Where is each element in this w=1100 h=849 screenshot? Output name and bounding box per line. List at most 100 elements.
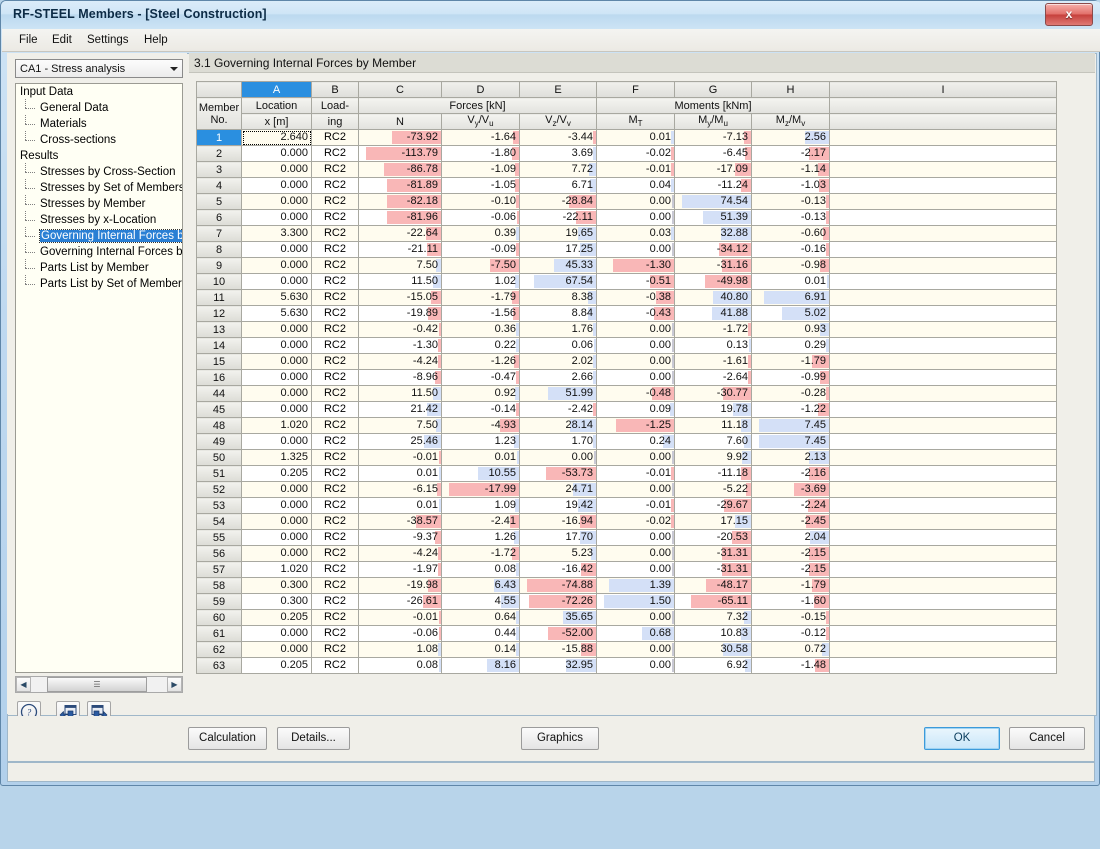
cell-location[interactable]: 0.000 xyxy=(241,321,312,338)
cell-n[interactable]: -8.96 xyxy=(358,369,442,386)
cell-my[interactable]: -5.22 xyxy=(674,481,752,498)
cell-vz[interactable]: 32.95 xyxy=(519,657,597,674)
cell-location[interactable]: 0.000 xyxy=(241,481,312,498)
table-row[interactable]: 13 0.000 RC2 -0.42 0.36 1.76 0.00 -1.72 0.93 xyxy=(196,321,1057,338)
close-button[interactable]: x xyxy=(1045,3,1093,26)
cell-my[interactable]: -2.64 xyxy=(674,369,752,386)
cell-location[interactable]: 0.000 xyxy=(241,257,312,274)
grid-corner[interactable] xyxy=(196,81,242,98)
cell-loading[interactable]: RC2 xyxy=(311,193,359,210)
cell-vz[interactable]: 5.23 xyxy=(519,545,597,562)
cell-loading[interactable]: RC2 xyxy=(311,129,359,146)
cell-loading[interactable]: RC2 xyxy=(311,241,359,258)
cell-n[interactable]: -15.05 xyxy=(358,289,442,306)
table-row[interactable]: 58 0.300 RC2 -19.98 6.43 -74.88 1.39 -48.17 -1.7… xyxy=(196,577,1057,594)
cell-mt[interactable]: 1.50 xyxy=(596,593,675,610)
cell-loading[interactable]: RC2 xyxy=(311,609,359,626)
cell-mz[interactable]: -0.13 xyxy=(751,193,830,210)
cell-n[interactable]: 7.50 xyxy=(358,257,442,274)
table-row[interactable]: 10 0.000 RC2 11.50 1.02 67.54 -0.51 -49.98 0.01 xyxy=(196,273,1057,290)
tree-item-governing-internal-forces-by-s[interactable]: Governing Internal Forces by S xyxy=(16,243,182,260)
cell-mt[interactable]: -0.43 xyxy=(596,305,675,322)
cell-n[interactable]: -9.37 xyxy=(358,529,442,546)
cell-location[interactable]: 0.000 xyxy=(241,369,312,386)
cell-my[interactable]: -31.31 xyxy=(674,545,752,562)
cell-mt[interactable]: 0.00 xyxy=(596,641,675,658)
cell-n[interactable]: -6.15 xyxy=(358,481,442,498)
cell-mz[interactable]: -1.79 xyxy=(751,353,830,370)
cell-vy[interactable]: -1.64 xyxy=(441,129,520,146)
cell-vy[interactable]: -1.80 xyxy=(441,145,520,162)
cell-n[interactable]: 0.01 xyxy=(358,497,442,514)
cell-empty[interactable] xyxy=(829,385,1057,402)
row-header-member-no[interactable]: 54 xyxy=(196,513,242,530)
cell-loading[interactable]: RC2 xyxy=(311,433,359,450)
cell-vz[interactable]: -3.44 xyxy=(519,129,597,146)
tree-item-stresses-by-x-location[interactable]: Stresses by x-Location xyxy=(16,211,182,228)
cell-empty[interactable] xyxy=(829,321,1057,338)
table-row[interactable]: 59 0.300 RC2 -26.61 4.55 -72.26 1.50 -65.11 -1.6… xyxy=(196,593,1057,610)
cell-my[interactable]: 0.13 xyxy=(674,337,752,354)
cell-location[interactable]: 2.640 xyxy=(241,129,312,146)
table-row[interactable]: 9 0.000 RC2 7.50 -7.50 45.33 -1.30 -31.16 -0.98 xyxy=(196,257,1057,274)
cell-my[interactable]: -1.72 xyxy=(674,321,752,338)
cell-vz[interactable]: -53.73 xyxy=(519,465,597,482)
cell-location[interactable]: 0.000 xyxy=(241,193,312,210)
cell-location[interactable]: 0.000 xyxy=(241,497,312,514)
cell-vz[interactable]: 17.70 xyxy=(519,529,597,546)
cell-empty[interactable] xyxy=(829,433,1057,450)
cell-n[interactable]: -86.78 xyxy=(358,161,442,178)
row-header-member-no[interactable]: 45 xyxy=(196,401,242,418)
cell-n[interactable]: 0.08 xyxy=(358,657,442,674)
cell-vy[interactable]: -1.05 xyxy=(441,177,520,194)
column-header-i[interactable]: I xyxy=(829,81,1057,98)
column-header-g[interactable]: G xyxy=(674,81,752,98)
row-header-member-no[interactable]: 7 xyxy=(196,225,242,242)
column-header-f[interactable]: F xyxy=(596,81,675,98)
tree-item-stresses-by-cross-section[interactable]: Stresses by Cross-Section xyxy=(16,163,182,180)
cell-my[interactable]: 9.92 xyxy=(674,449,752,466)
cell-location[interactable]: 0.300 xyxy=(241,593,312,610)
cell-vy[interactable]: 0.14 xyxy=(441,641,520,658)
graphics-button[interactable]: Graphics xyxy=(521,727,599,750)
cell-mt[interactable]: -1.30 xyxy=(596,257,675,274)
cell-mz[interactable]: -0.15 xyxy=(751,609,830,626)
cell-empty[interactable] xyxy=(829,225,1057,242)
cell-loading[interactable]: RC2 xyxy=(311,145,359,162)
cell-loading[interactable]: RC2 xyxy=(311,257,359,274)
cell-n[interactable]: 11.50 xyxy=(358,273,442,290)
row-header-member-no[interactable]: 9 xyxy=(196,257,242,274)
cell-mt[interactable]: -0.02 xyxy=(596,145,675,162)
cell-loading[interactable]: RC2 xyxy=(311,625,359,642)
cell-location[interactable]: 0.205 xyxy=(241,465,312,482)
table-row[interactable]: 6 0.000 RC2 -81.96 -0.06 -22.11 0.00 51.39 -0.13 xyxy=(196,209,1057,226)
table-row[interactable]: 61 0.000 RC2 -0.06 0.44 -52.00 0.68 10.83 -0.12 xyxy=(196,625,1057,642)
cell-empty[interactable] xyxy=(829,401,1057,418)
cell-mt[interactable]: -0.51 xyxy=(596,273,675,290)
cell-my[interactable]: -31.31 xyxy=(674,561,752,578)
cell-n[interactable]: 0.01 xyxy=(358,465,442,482)
cell-vy[interactable]: -0.09 xyxy=(441,241,520,258)
cell-empty[interactable] xyxy=(829,209,1057,226)
table-row[interactable]: 50 1.325 RC2 -0.01 0.01 0.00 0.00 9.92 2.13 xyxy=(196,449,1057,466)
cell-vz[interactable]: 8.38 xyxy=(519,289,597,306)
cell-vz[interactable]: -16.42 xyxy=(519,561,597,578)
cell-n[interactable]: -81.96 xyxy=(358,209,442,226)
cell-empty[interactable] xyxy=(829,577,1057,594)
table-row[interactable]: 57 1.020 RC2 -1.97 0.08 -16.42 0.00 -31.31 -2.15 xyxy=(196,561,1057,578)
cell-my[interactable]: -1.61 xyxy=(674,353,752,370)
cell-vy[interactable]: -1.79 xyxy=(441,289,520,306)
column-header-h[interactable]: H xyxy=(751,81,830,98)
table-row[interactable]: 55 0.000 RC2 -9.37 1.26 17.70 0.00 -20.53 2.04 xyxy=(196,529,1057,546)
cell-my[interactable]: -30.77 xyxy=(674,385,752,402)
cell-n[interactable]: 1.08 xyxy=(358,641,442,658)
column-header-d[interactable]: D xyxy=(441,81,520,98)
cell-mz[interactable]: 0.01 xyxy=(751,273,830,290)
cell-mt[interactable]: -0.38 xyxy=(596,289,675,306)
cell-location[interactable]: 0.000 xyxy=(241,641,312,658)
cell-loading[interactable]: RC2 xyxy=(311,385,359,402)
navigation-tree[interactable]: Input Data General Data Materials Cross-sec… xyxy=(15,83,183,673)
row-header-member-no[interactable]: 61 xyxy=(196,625,242,642)
cell-mz[interactable]: -0.13 xyxy=(751,209,830,226)
menu-item-file[interactable]: File xyxy=(12,32,45,48)
